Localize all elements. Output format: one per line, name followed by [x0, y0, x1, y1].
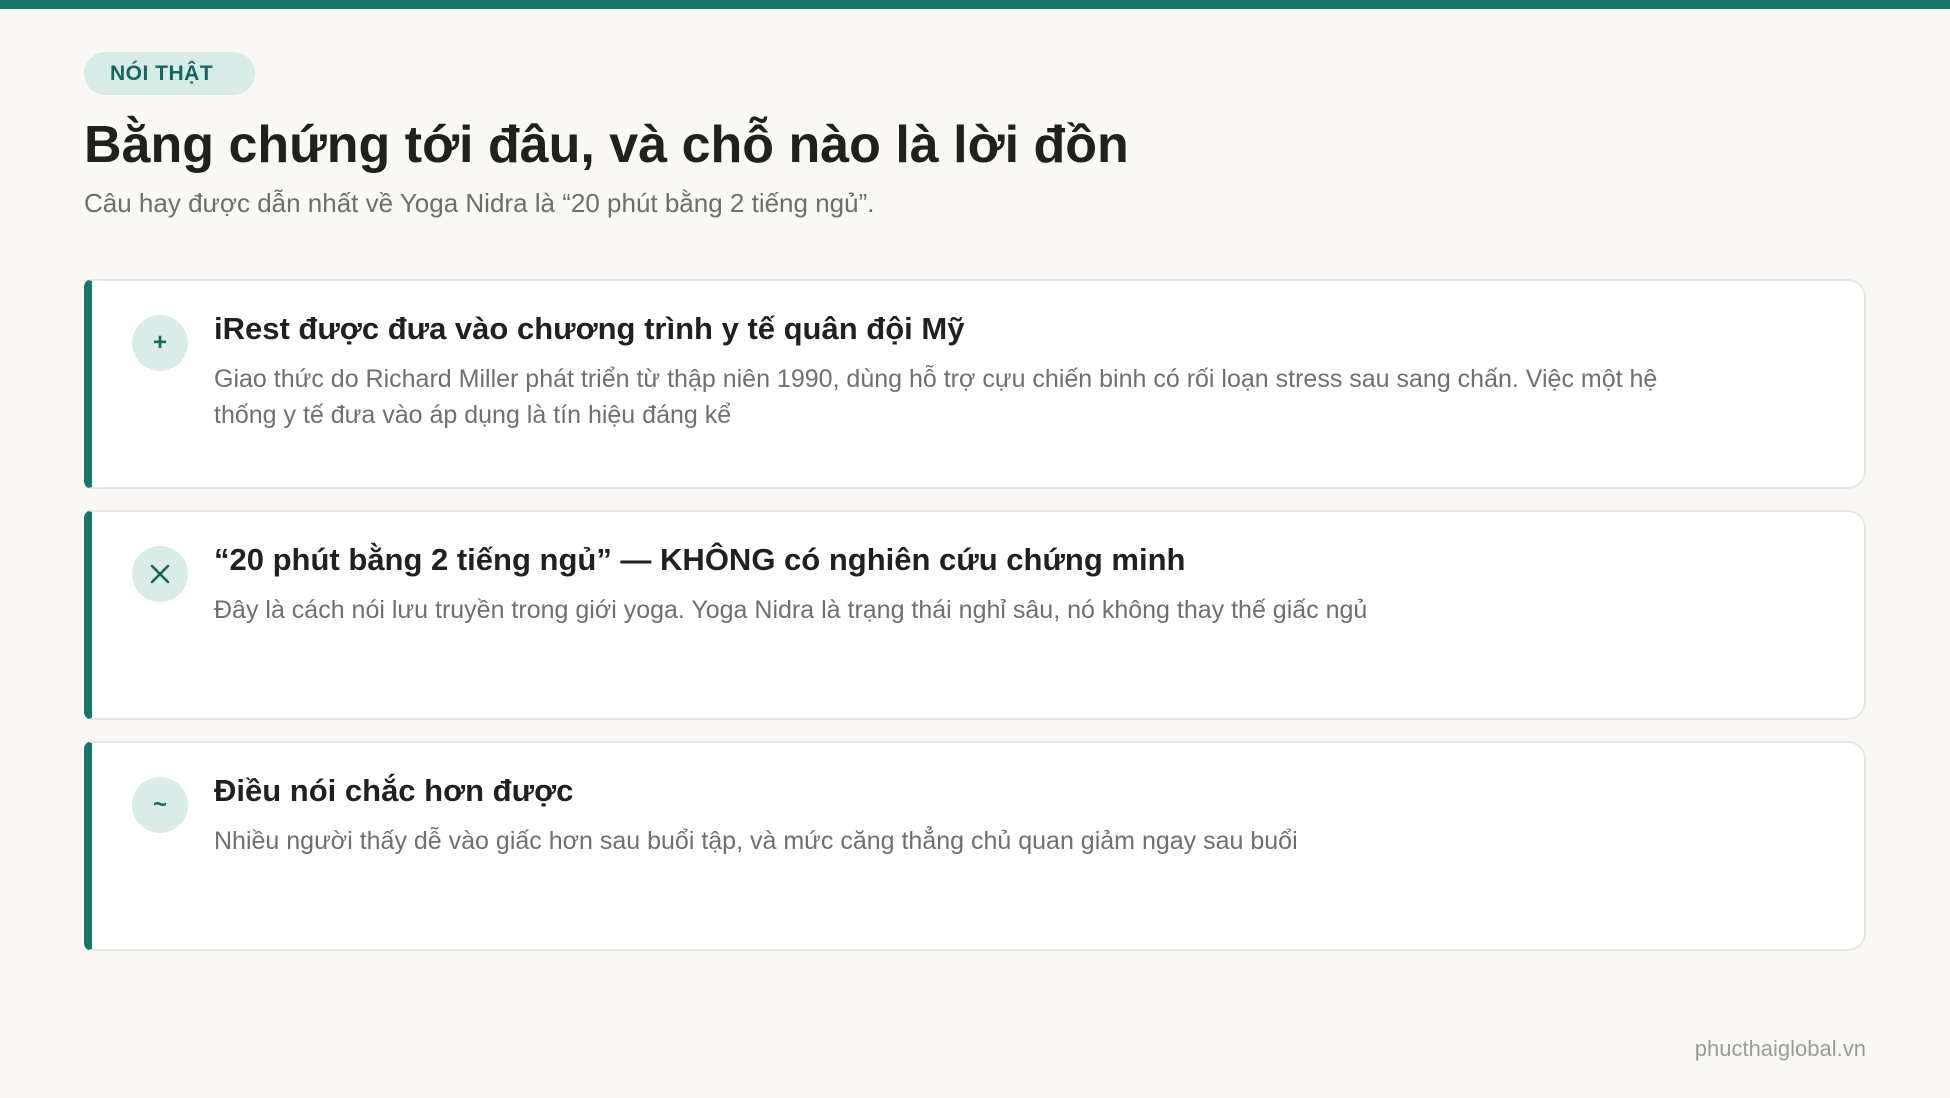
page-title: Bằng chứng tới đâu, và chỗ nào là lời đồ…	[84, 116, 1129, 174]
card-text: Nhiều người thấy dễ vào giấc hơn sau buổ…	[214, 827, 1298, 855]
card-title: “20 phút bằng 2 tiếng ngủ” — KHÔNG có ng…	[214, 542, 1186, 577]
footer-domain: phucthaiglobal.vn	[1694, 1036, 1866, 1061]
close-icon	[132, 546, 188, 602]
category-badge: NÓI THẬT	[84, 52, 256, 95]
top-accent-bar	[0, 0, 1950, 9]
card-text: Đây là cách nói lưu truyền trong giới yo…	[214, 596, 1368, 624]
card-text: Giao thức do Richard Miller phát triển t…	[214, 365, 1658, 429]
tilde-icon: ~	[132, 777, 188, 833]
evidence-card: + iRest được đưa vào chương trình y tế q…	[84, 279, 1866, 489]
nuance-card: ~ Điều nói chắc hơn được Nhiều người thấ…	[84, 741, 1866, 951]
card-title: iRest được đưa vào chương trình y tế quâ…	[214, 311, 965, 346]
plus-icon: +	[132, 315, 188, 371]
page-subtitle: Câu hay được dẫn nhất về Yoga Nidra là “…	[84, 188, 875, 218]
myth-card: “20 phút bằng 2 tiếng ngủ” — KHÔNG có ng…	[84, 510, 1866, 720]
card-title: Điều nói chắc hơn được	[214, 773, 574, 808]
